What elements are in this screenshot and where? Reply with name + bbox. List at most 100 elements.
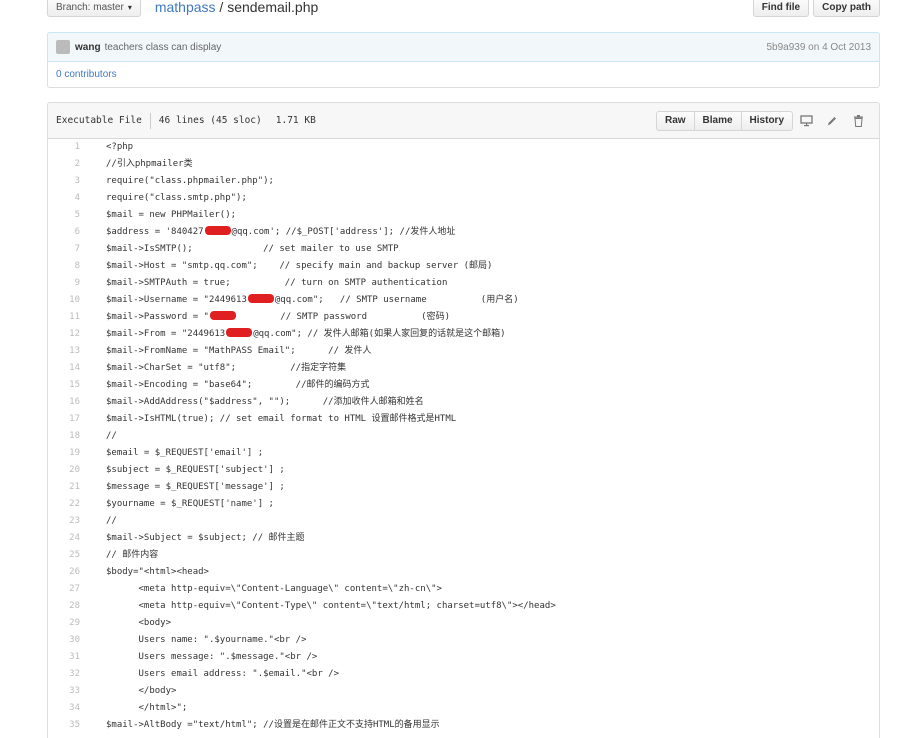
trash-icon[interactable] [845, 111, 871, 131]
code-line: 27 <meta http-equiv=\"Content-Language\"… [48, 581, 879, 598]
line-number[interactable]: 11 [48, 309, 90, 326]
code-line: 35 $mail->AltBody ="text/html"; //设置是在邮件正… [48, 717, 879, 734]
code-text: $mail->Username = "2449613 [106, 295, 247, 305]
code-line: 3 require("class.phpmailer.php"); [48, 173, 879, 190]
avatar[interactable] [56, 40, 70, 54]
line-number[interactable]: 4 [48, 190, 90, 207]
file-lines: 46 lines (45 sloc) [158, 115, 262, 126]
code-line: 22 $yourname = $_REQUEST['name'] ; [48, 496, 879, 513]
line-number[interactable]: 15 [48, 377, 90, 394]
line-content: $email = $_REQUEST['email'] ; [106, 448, 264, 458]
line-number[interactable]: 6 [48, 224, 90, 241]
code-line: 5 $mail = new PHPMailer(); [48, 207, 879, 224]
line-number[interactable]: 28 [48, 598, 90, 615]
line-number[interactable]: 29 [48, 615, 90, 632]
find-file-button[interactable]: Find file [752, 0, 810, 17]
line-number[interactable]: 19 [48, 445, 90, 462]
commit-meta[interactable]: 5b9a939 on 4 Oct 2013 [766, 42, 871, 53]
code-text: $address = '840427 [106, 227, 204, 237]
history-button[interactable]: History [740, 110, 793, 131]
line-content: $mail->Host = "smtp.qq.com"; // specify … [106, 261, 493, 271]
line-number[interactable]: 35 [48, 717, 90, 734]
repo-link[interactable]: mathpass [155, 0, 216, 15]
line-content: $mail->Password = " // SMTP password (密码… [90, 309, 450, 326]
line-number[interactable]: 10 [48, 292, 90, 309]
code-line: 15 $mail->Encoding = "base64"; //邮件的编码方式 [48, 377, 879, 394]
line-number[interactable]: 16 [48, 394, 90, 411]
code-line: 23 // [48, 513, 879, 530]
line-number[interactable]: 24 [48, 530, 90, 547]
line-content: // 邮件内容 [106, 550, 159, 560]
raw-button[interactable]: Raw [655, 110, 695, 131]
code-line: 17 $mail->IsHTML(true); // set email form… [48, 411, 879, 428]
line-content: $mail->Subject = $subject; // 邮件主题 [106, 533, 305, 543]
branch-selector[interactable]: Branch: master ▾ [47, 0, 141, 17]
view-button-group: Raw Blame History [655, 110, 793, 131]
commit-message[interactable]: teachers class can display [105, 42, 222, 53]
breadcrumb-separator: / [215, 0, 228, 15]
line-content: require("class.smtp.php"); [106, 193, 247, 203]
line-content: $mail->Encoding = "base64"; //邮件的编码方式 [106, 380, 370, 390]
code-text: @qq.com"; // 发件人邮箱(如果人家回复的话就是这个邮箱) [253, 329, 506, 339]
line-number[interactable]: 5 [48, 207, 90, 224]
pencil-icon[interactable] [819, 111, 845, 131]
code-line: 18 // [48, 428, 879, 445]
line-number[interactable]: 31 [48, 649, 90, 666]
code-line: 1 <?php [48, 139, 879, 156]
blame-button[interactable]: Blame [693, 110, 742, 131]
line-number[interactable]: 14 [48, 360, 90, 377]
code-line: 6 $address = '840427 @qq.com'; //$_POST['a… [48, 224, 879, 241]
code-text: @qq.com'; //$_POST['address']; //发件人地址 [231, 227, 456, 237]
line-content: <meta http-equiv=\"Content-Language\" co… [106, 584, 442, 594]
line-content: $mail = new PHPMailer(); [106, 210, 237, 220]
line-content: $subject = $_REQUEST['subject'] ; [106, 465, 285, 475]
copy-path-button[interactable]: Copy path [813, 0, 880, 17]
line-number[interactable]: 17 [48, 411, 90, 428]
line-number[interactable]: 33 [48, 683, 90, 700]
line-number[interactable]: 22 [48, 496, 90, 513]
line-number[interactable]: 12 [48, 326, 90, 343]
line-number[interactable]: 27 [48, 581, 90, 598]
line-content: Users message: ".$message."<br /> [106, 652, 318, 662]
code-text: $mail->Password = " [106, 312, 209, 322]
redaction-mark [204, 226, 231, 235]
line-number[interactable]: 7 [48, 241, 90, 258]
line-content: <meta http-equiv=\"Content-Type\" conten… [106, 601, 556, 611]
line-number[interactable]: 8 [48, 258, 90, 275]
line-content: $mail->FromName = "MathPASS Email"; // 发… [106, 346, 372, 356]
branch-label: Branch: master [56, 1, 124, 13]
file-actions: Find file Copy path [752, 0, 880, 17]
line-content: <body> [106, 618, 172, 628]
file-navigation: Branch: master ▾ mathpass / sendemail.ph… [47, 0, 880, 18]
line-number[interactable]: 3 [48, 173, 90, 190]
line-number[interactable]: 30 [48, 632, 90, 649]
contributors-link[interactable]: 0 contributors [56, 69, 117, 80]
line-content: $mail->CharSet = "utf8"; //指定字符集 [106, 363, 347, 373]
commit-author[interactable]: wang [75, 42, 101, 53]
line-number[interactable]: 18 [48, 428, 90, 445]
file-viewer: Executable File 46 lines (45 sloc) 1.71 … [47, 102, 880, 738]
line-number[interactable]: 2 [48, 156, 90, 173]
line-number[interactable]: 21 [48, 479, 90, 496]
code-line: 16 $mail->AddAddress("$address", ""); //添… [48, 394, 879, 411]
line-number[interactable]: 25 [48, 547, 90, 564]
line-content: $mail->IsSMTP(); // set mailer to use SM… [106, 244, 399, 254]
line-content: $address = '840427 @qq.com'; //$_POST['ad… [90, 224, 455, 241]
line-number[interactable]: 34 [48, 700, 90, 717]
line-number[interactable]: 23 [48, 513, 90, 530]
code-line: 12 $mail->From = "2449613 @qq.com"; // 发件人… [48, 326, 879, 343]
line-number[interactable]: 9 [48, 275, 90, 292]
line-content: </html>"; [106, 703, 188, 713]
line-number[interactable]: 13 [48, 343, 90, 360]
code-text: @qq.com"; // SMTP username (用户名) [274, 295, 519, 305]
code-line: 28 <meta http-equiv=\"Content-Type\" con… [48, 598, 879, 615]
code-line: 8 $mail->Host = "smtp.qq.com"; // specify… [48, 258, 879, 275]
line-number[interactable]: 32 [48, 666, 90, 683]
code-line: 7 $mail->IsSMTP(); // set mailer to use S… [48, 241, 879, 258]
line-number[interactable]: 26 [48, 564, 90, 581]
line-content: $yourname = $_REQUEST['name'] ; [106, 499, 274, 509]
line-number[interactable]: 20 [48, 462, 90, 479]
line-number[interactable]: 1 [48, 139, 90, 156]
line-content: $mail->AddAddress("$address", ""); //添加收… [106, 397, 424, 407]
desktop-icon[interactable] [793, 111, 819, 131]
